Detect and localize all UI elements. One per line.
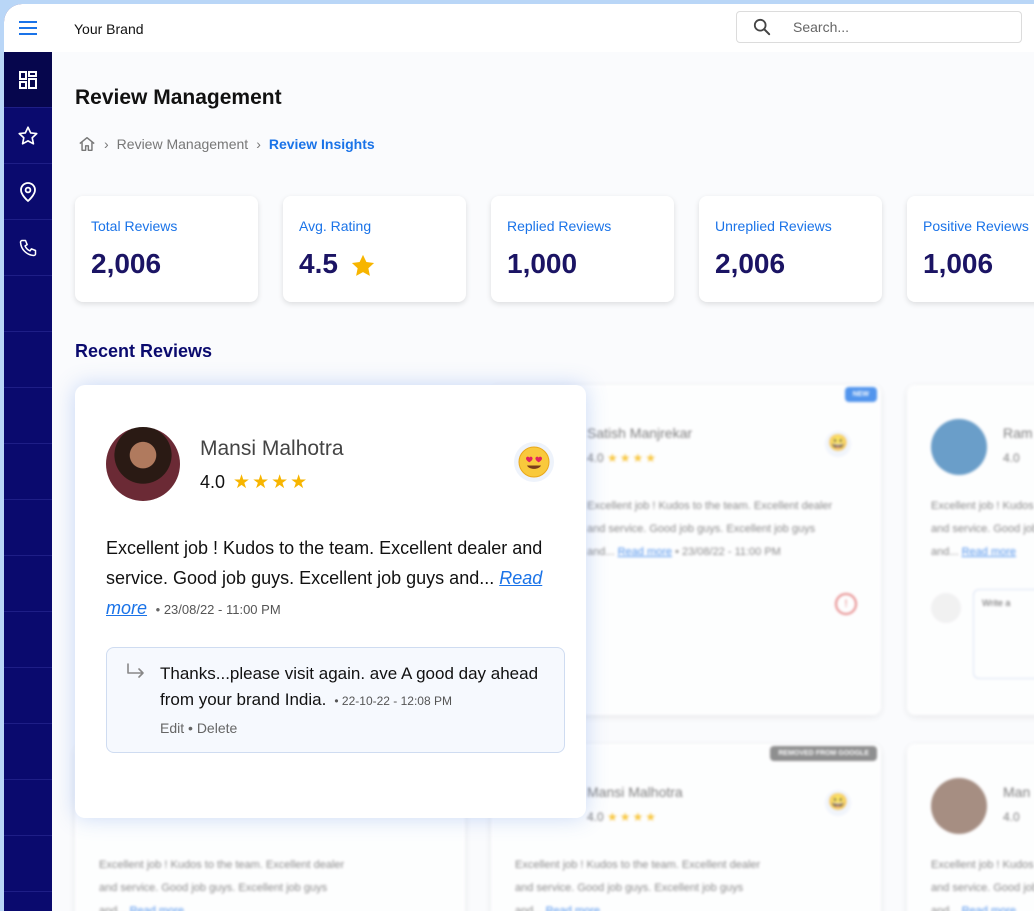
page-title: Review Management [75, 86, 282, 109]
stat-label: Avg. Rating [299, 218, 372, 234]
rating-stars: ★★★★ [233, 472, 310, 493]
sidebar [4, 4, 52, 911]
dashboard-icon [19, 70, 37, 89]
reviewer-name: Man [1003, 784, 1031, 800]
review-card[interactable]: Man 4.0 Excellent job ! Kudos to the tea… [907, 744, 1034, 911]
stat-label: Positive Reviews [923, 218, 1029, 234]
chevron-right-icon: › [256, 136, 261, 152]
reviewer-name: Mansi Malhotra [200, 437, 344, 460]
stat-card-positive-reviews[interactable]: Positive Reviews 1,006 [907, 196, 1034, 302]
review-text: Excellent job ! Kudos to the team. Excel… [931, 500, 1034, 558]
review-rating: 4.0 ★★★★ [200, 471, 309, 494]
home-icon[interactable] [78, 135, 96, 153]
sidebar-empty-slot [4, 724, 52, 780]
avatar [106, 427, 180, 501]
review-rating: 4.0 [1003, 810, 1020, 824]
stat-value: 1,006 [923, 248, 994, 279]
sidebar-empty-slot [4, 612, 52, 668]
review-rating: 4.0 [1003, 451, 1020, 465]
avatar [931, 593, 961, 623]
stat-value: 2,006 [715, 248, 786, 279]
stat-value: 1,000 [507, 248, 578, 279]
sidebar-empty-slot [4, 332, 52, 388]
breadcrumb: › Review Management › Review Insights [78, 135, 375, 153]
stat-card-total-reviews[interactable]: Total Reviews 2,006 [75, 196, 258, 302]
sidebar-empty-slot [4, 500, 52, 556]
brand-name: Your Brand [74, 21, 144, 37]
review-text: Excellent job ! Kudos to the team. Excel… [931, 859, 1034, 911]
menu-button[interactable] [4, 4, 52, 52]
reply-text: Thanks...please visit again. ave A good … [160, 661, 560, 714]
reviewer-name: Mansi Malhotra [587, 784, 683, 800]
alert-icon[interactable]: ! [835, 593, 857, 615]
reply-timestamp: • 22-10-22 - 12:08 PM [331, 694, 452, 708]
edit-button[interactable]: Edit [160, 720, 184, 736]
delete-button[interactable]: Delete [197, 720, 237, 736]
rating-value: 4.0 [200, 472, 226, 492]
search-box[interactable] [736, 11, 1022, 43]
emoji-icon: 😀 [825, 790, 851, 816]
sidebar-item-calls[interactable] [4, 220, 52, 276]
reviewer-name: Satish Manjrekar [587, 425, 693, 441]
review-text: Excellent job ! Kudos to the team. Excel… [587, 500, 833, 558]
star-icon [351, 254, 375, 276]
stat-card-avg-rating[interactable]: Avg. Rating 4.5 [283, 196, 466, 302]
review-text: Excellent job ! Kudos to the team. Excel… [515, 859, 761, 911]
new-badge: NEW [844, 387, 877, 402]
review-text: Excellent job ! Kudos to the team. Excel… [106, 533, 566, 625]
sidebar-empty-slot [4, 556, 52, 612]
section-title: Recent Reviews [75, 341, 213, 361]
review-timestamp: 23/08/22 - 11:00 PM [163, 602, 281, 617]
breadcrumb-current: Review Insights [268, 136, 375, 152]
sidebar-empty-slot [4, 668, 52, 724]
review-card[interactable]: Ram 4.0 Excellent job ! Kudos to the tea… [907, 385, 1034, 715]
chevron-right-icon: › [104, 136, 109, 152]
reply-box: Thanks...please visit again. ave A good … [106, 647, 565, 753]
separator-dot: • [188, 720, 197, 736]
breadcrumb-link[interactable]: Review Management [117, 136, 249, 152]
stat-label: Replied Reviews [507, 218, 612, 234]
featured-review-card[interactable]: Mansi Malhotra 4.0 ★★★★ Excellent job ! … [75, 385, 586, 818]
stat-label: Total Reviews [91, 218, 178, 234]
sidebar-empty-slot [4, 836, 52, 892]
stat-value: 4.5 [299, 248, 338, 279]
star-icon [18, 125, 38, 145]
emoji-icon: 😀 [825, 431, 851, 457]
stat-label: Unreplied Reviews [715, 218, 832, 234]
stat-card-unreplied-reviews[interactable]: Unreplied Reviews 2,006 [699, 196, 882, 302]
review-text: Excellent job ! Kudos to the team. Excel… [99, 859, 345, 911]
menu-icon [19, 21, 37, 35]
review-rating: 4.0 ★★★★ [587, 451, 659, 465]
sidebar-empty-slot [4, 276, 52, 332]
reviewer-name: Ram [1003, 425, 1033, 441]
sidebar-empty-slot [4, 780, 52, 836]
removed-badge: REMOVED FROM GOOGLE [770, 746, 877, 761]
phone-icon [19, 239, 37, 256]
review-rating: 4.0 ★★★★ [587, 810, 659, 824]
reply-input[interactable]: Write a [973, 589, 1034, 679]
sidebar-item-dashboard[interactable] [4, 52, 52, 108]
search-icon [753, 18, 771, 36]
sidebar-empty-slot [4, 444, 52, 500]
search-input[interactable] [791, 17, 995, 37]
topbar: Your Brand [52, 4, 1034, 52]
sidebar-item-locations[interactable] [4, 164, 52, 220]
sidebar-item-reviews[interactable] [4, 108, 52, 164]
heart-eyes-emoji-icon [514, 442, 554, 482]
app-frame: Your Brand Review Management › Review Ma… [4, 4, 1034, 911]
avatar [931, 419, 987, 475]
location-icon [20, 181, 36, 202]
avatar [931, 778, 987, 834]
reply-actions: Edit • Delete [160, 720, 237, 736]
reply-arrow-icon [127, 663, 144, 678]
separator-dot: • [152, 602, 164, 617]
stat-value: 2,006 [91, 248, 162, 279]
sidebar-empty-slot [4, 388, 52, 444]
stat-card-replied-reviews[interactable]: Replied Reviews 1,000 [491, 196, 674, 302]
review-body: Excellent job ! Kudos to the team. Excel… [106, 538, 543, 588]
